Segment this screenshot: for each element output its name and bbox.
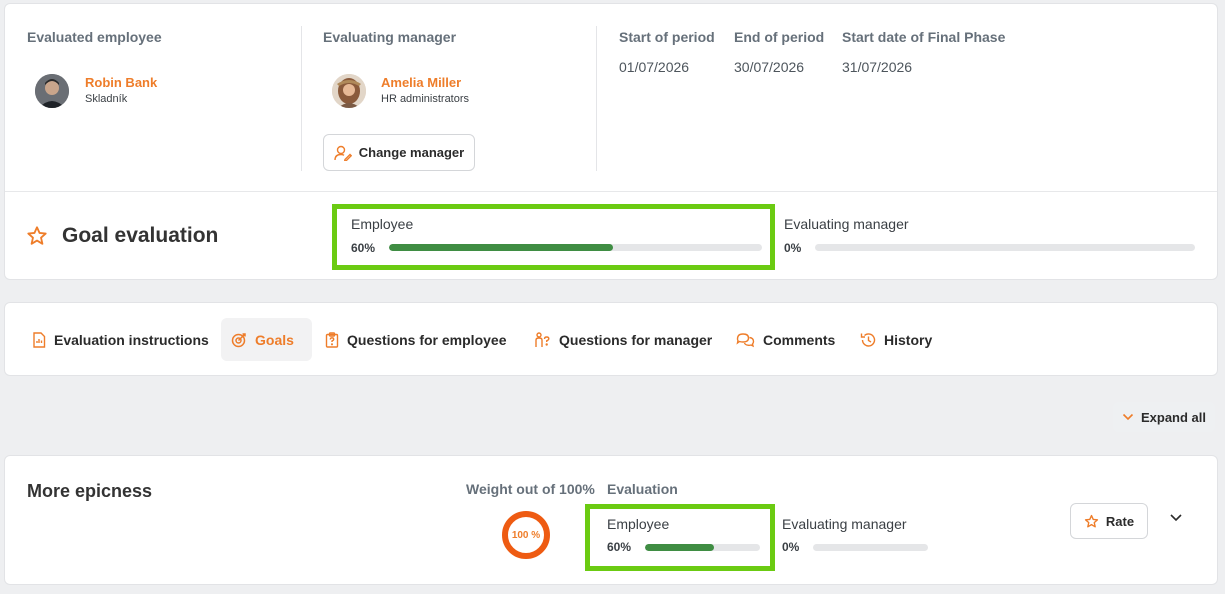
goal-manager-progress-bar [813, 544, 928, 551]
history-icon [860, 332, 876, 348]
document-icon [32, 331, 46, 348]
manager-progress-label: Evaluating manager [784, 216, 909, 232]
tab-goals[interactable]: Goals [221, 318, 312, 361]
user-edit-icon [334, 145, 352, 161]
weight-label: Weight out of 100% [466, 481, 595, 497]
tab-label: Evaluation instructions [54, 331, 209, 348]
tab-questions-for-manager[interactable]: Questions for manager [524, 318, 722, 361]
employee-role: Skladník [85, 93, 128, 105]
goal-evaluation-title: Goal evaluation [62, 224, 219, 247]
target-icon [231, 332, 247, 348]
final-phase-label: Start date of Final Phase [842, 29, 1006, 45]
expand-all-label: Expand all [1140, 409, 1207, 425]
weight-value: 100 % [511, 529, 541, 541]
start-of-period-label: Start of period [619, 29, 715, 45]
manager-avatar[interactable] [332, 74, 366, 108]
goal-manager-label: Evaluating manager [782, 516, 907, 532]
chevron-down-icon[interactable] [1169, 513, 1183, 523]
tab-label: Questions for employee [347, 331, 507, 348]
end-of-period-value: 30/07/2026 [734, 59, 805, 75]
clipboard-question-icon [325, 331, 339, 348]
expand-all-button[interactable]: Expand all [1113, 402, 1215, 432]
employee-avatar[interactable] [35, 74, 69, 108]
section-divider [5, 191, 1217, 192]
person-question-icon [534, 331, 551, 348]
rate-button[interactable]: Rate [1070, 503, 1148, 539]
employee-progress-bar [389, 244, 762, 251]
employee-name-link[interactable]: Robin Bank [85, 75, 157, 90]
tab-history[interactable]: History [850, 318, 942, 361]
tab-questions-for-employee[interactable]: Questions for employee [315, 318, 516, 361]
start-of-period-value: 01/07/2026 [619, 59, 690, 75]
goal-employee-highlight [585, 504, 775, 571]
goal-employee-progress-fill [645, 544, 714, 551]
final-phase-value: 31/07/2026 [842, 59, 913, 75]
evaluation-label: Evaluation [607, 481, 678, 497]
goal-employee-label: Employee [607, 516, 670, 532]
star-icon [26, 225, 48, 247]
employee-progress-highlight [332, 204, 775, 270]
tab-label: Comments [763, 331, 836, 348]
tab-label: Goals [255, 331, 294, 348]
star-icon [1084, 514, 1099, 529]
manager-role: HR administrators [381, 93, 470, 105]
change-manager-label: Change manager [358, 145, 465, 160]
employee-progress-percent: 60% [351, 241, 376, 255]
goal-manager-percent: 0% [782, 540, 800, 554]
tab-comments[interactable]: Comments [726, 318, 845, 361]
divider [301, 26, 302, 171]
employee-progress-label: Employee [351, 216, 414, 232]
tab-label: History [884, 331, 933, 348]
goal-name: More epicness [27, 481, 153, 501]
tabs-card: Evaluation instructions Goals Questions … [4, 302, 1218, 376]
divider [596, 26, 597, 171]
evaluated-employee-label: Evaluated employee [27, 29, 162, 45]
employee-progress-fill [389, 244, 613, 251]
goal-employee-progress-bar [645, 544, 760, 551]
evaluating-manager-label: Evaluating manager [323, 29, 457, 45]
chat-icon [736, 332, 755, 348]
weight-ring: 100 % [501, 510, 551, 560]
tab-label: Questions for manager [559, 331, 713, 348]
manager-progress-bar [815, 244, 1195, 251]
chevron-down-icon [1122, 413, 1134, 421]
manager-progress-percent: 0% [784, 241, 802, 255]
goal-employee-percent: 60% [607, 540, 632, 554]
evaluation-header-card: Evaluated employee Robin Bank Skladník E… [4, 3, 1218, 280]
manager-name-link[interactable]: Amelia Miller [381, 75, 461, 90]
change-manager-button[interactable]: Change manager [323, 134, 475, 171]
tab-evaluation-instructions[interactable]: Evaluation instructions [22, 318, 219, 361]
rate-label: Rate [1105, 513, 1135, 529]
end-of-period-label: End of period [734, 29, 825, 45]
goal-card: More epicness Weight out of 100% 100 % E… [4, 455, 1218, 585]
